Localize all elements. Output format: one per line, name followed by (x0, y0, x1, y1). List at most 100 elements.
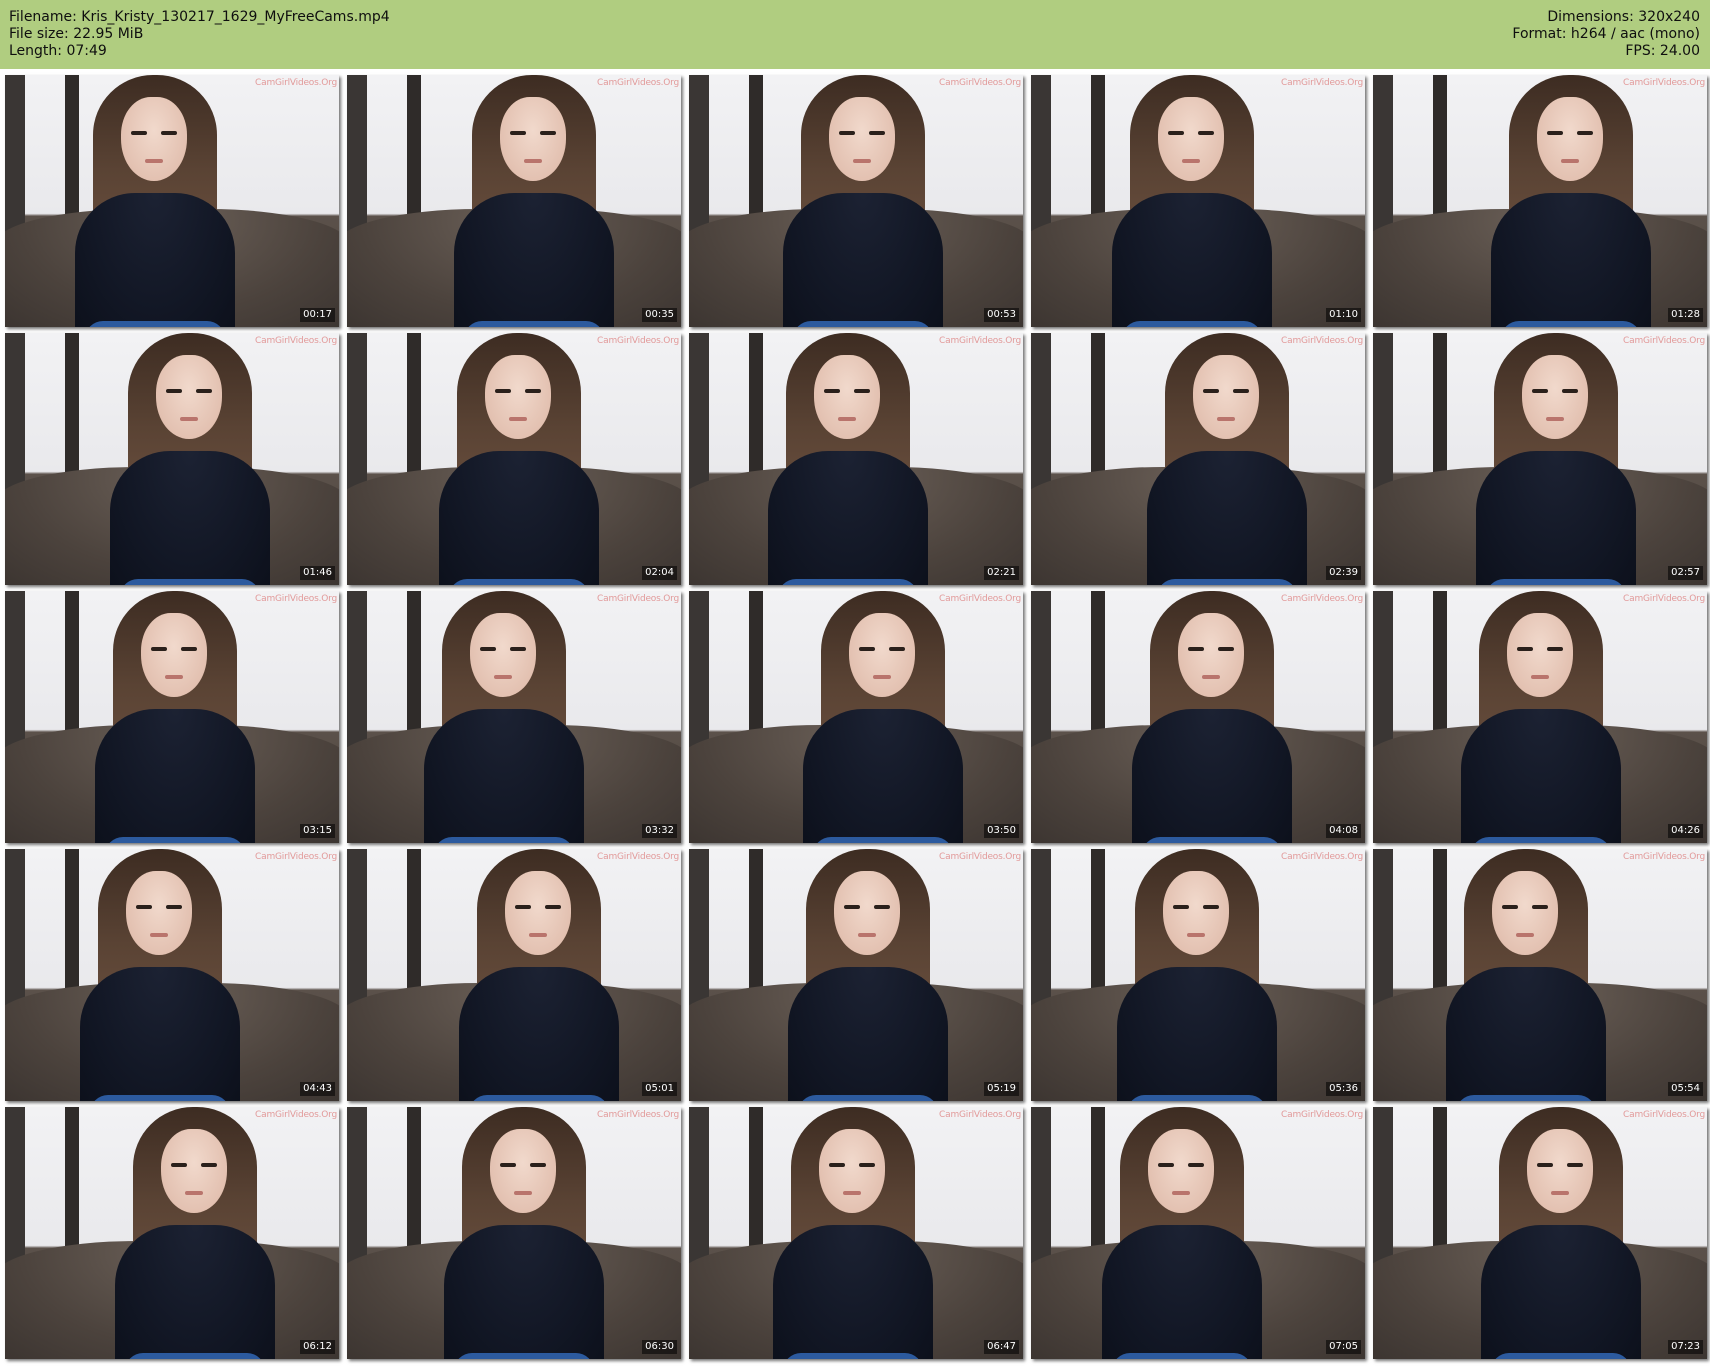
face-shape (121, 97, 187, 181)
frame-timestamp: 07:05 (1326, 1340, 1361, 1354)
frame-timestamp: 06:30 (642, 1340, 677, 1354)
watermark-text: CamGirlVideos.Org (939, 336, 1021, 346)
eye-shape (889, 647, 905, 651)
eye-shape (1562, 389, 1578, 393)
mouth-shape (1531, 675, 1549, 679)
frame-timestamp: 00:53 (984, 308, 1019, 322)
thumbnail-frame: CamGirlVideos.Org 06:47 (689, 1107, 1023, 1359)
jeans-shape (449, 579, 589, 585)
face-shape (490, 1129, 556, 1213)
eye-shape (131, 131, 147, 135)
eye-shape (530, 1163, 546, 1167)
torso-shape (110, 451, 270, 585)
torso-shape (1461, 709, 1621, 843)
watermark-text: CamGirlVideos.Org (939, 1110, 1021, 1120)
mouth-shape (1202, 675, 1220, 679)
thumbnail-frame: CamGirlVideos.Org 04:43 (5, 849, 339, 1101)
torso-shape (1446, 967, 1606, 1101)
thumbnail-frame: CamGirlVideos.Org 02:39 (1031, 333, 1365, 585)
eye-shape (495, 389, 511, 393)
face-shape (1522, 355, 1588, 439)
jeans-shape (469, 1095, 609, 1101)
torso-shape (80, 967, 240, 1101)
eye-shape (166, 389, 182, 393)
frame-timestamp: 00:17 (300, 308, 335, 322)
watermark-text: CamGirlVideos.Org (1623, 594, 1705, 604)
meta-right: Dimensions: 320x240 Format: h264 / aac (… (1512, 9, 1700, 60)
eye-shape (525, 389, 541, 393)
webcam-subject (459, 849, 619, 1101)
thumbnail-frame: CamGirlVideos.Org 03:32 (347, 591, 681, 843)
filesize-text: File size: 22.95 MiB (9, 26, 144, 42)
webcam-subject (788, 849, 948, 1101)
mouth-shape (858, 933, 876, 937)
eye-shape (1188, 1163, 1204, 1167)
eye-shape (1532, 389, 1548, 393)
face-shape (829, 97, 895, 181)
frame-timestamp: 04:26 (1668, 824, 1703, 838)
eye-shape (136, 905, 152, 909)
thumbnail-frame: CamGirlVideos.Org 02:04 (347, 333, 681, 585)
eye-shape (196, 389, 212, 393)
thumbnail-frame: CamGirlVideos.Org 00:17 (5, 75, 339, 327)
eye-shape (1567, 1163, 1583, 1167)
jeans-shape (120, 579, 260, 585)
frame-timestamp: 05:01 (642, 1082, 677, 1096)
face-shape (161, 1129, 227, 1213)
mouth-shape (1551, 1191, 1569, 1195)
eye-shape (1532, 905, 1548, 909)
watermark-text: CamGirlVideos.Org (1281, 1110, 1363, 1120)
jeans-shape (1491, 1353, 1631, 1359)
watermark-text: CamGirlVideos.Org (1281, 78, 1363, 88)
mouth-shape (180, 417, 198, 421)
mouth-shape (494, 675, 512, 679)
mouth-shape (1187, 933, 1205, 937)
torso-shape (773, 1225, 933, 1359)
thumbnail-frame: CamGirlVideos.Org 00:53 (689, 75, 1023, 327)
thumbnail-frame: CamGirlVideos.Org 02:21 (689, 333, 1023, 585)
webcam-subject (80, 849, 240, 1101)
face-shape (1193, 355, 1259, 439)
eye-shape (1517, 647, 1533, 651)
webcam-subject (1491, 75, 1651, 327)
face-shape (1527, 1129, 1593, 1213)
watermark-text: CamGirlVideos.Org (597, 852, 679, 862)
mouth-shape (838, 417, 856, 421)
eye-shape (510, 131, 526, 135)
torso-shape (788, 967, 948, 1101)
frame-timestamp: 02:21 (984, 566, 1019, 580)
eye-shape (1233, 389, 1249, 393)
frame-timestamp: 07:23 (1668, 1340, 1703, 1354)
watermark-text: CamGirlVideos.Org (1623, 78, 1705, 88)
thumbnail-frame: CamGirlVideos.Org 05:36 (1031, 849, 1365, 1101)
face-shape (1492, 871, 1558, 955)
frame-timestamp: 02:57 (1668, 566, 1703, 580)
torso-shape (1117, 967, 1277, 1101)
torso-shape (803, 709, 963, 843)
watermark-text: CamGirlVideos.Org (597, 594, 679, 604)
eye-shape (1547, 647, 1563, 651)
torso-shape (1476, 451, 1636, 585)
torso-shape (444, 1225, 604, 1359)
eye-shape (859, 647, 875, 651)
webcam-subject (75, 75, 235, 327)
torso-shape (768, 451, 928, 585)
watermark-text: CamGirlVideos.Org (255, 852, 337, 862)
face-shape (500, 97, 566, 181)
thumbnail-frame: CamGirlVideos.Org 07:05 (1031, 1107, 1365, 1359)
eye-shape (1577, 131, 1593, 135)
torso-shape (1132, 709, 1292, 843)
mouth-shape (165, 675, 183, 679)
face-shape (1537, 97, 1603, 181)
face-shape (1148, 1129, 1214, 1213)
thumbnail-frame: CamGirlVideos.Org 01:10 (1031, 75, 1365, 327)
face-shape (1507, 613, 1573, 697)
eye-shape (824, 389, 840, 393)
eye-shape (510, 647, 526, 651)
frame-timestamp: 01:28 (1668, 308, 1703, 322)
eye-shape (545, 905, 561, 909)
face-shape (485, 355, 551, 439)
jeans-shape (1122, 321, 1262, 327)
thumbnail-frame: CamGirlVideos.Org 03:50 (689, 591, 1023, 843)
jeans-shape (778, 579, 918, 585)
